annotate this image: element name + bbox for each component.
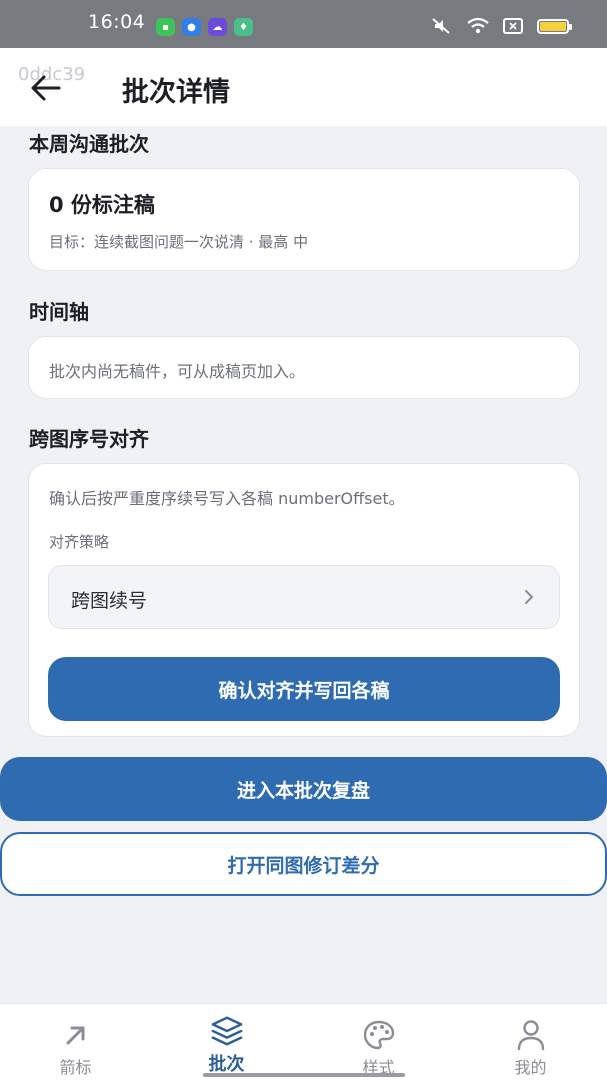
timeline-empty-text: 批次内尚无稿件，可从成稿页加入。: [49, 362, 306, 381]
timeline-card: 批次内尚无稿件，可从成稿页加入。: [28, 336, 580, 399]
wifi-icon: [467, 17, 489, 34]
layers-icon: [210, 1014, 244, 1048]
open-diff-button[interactable]: 打开同图修订差分: [0, 832, 607, 896]
strategy-select-value: 跨图续号: [71, 590, 148, 612]
sim-icon: [503, 18, 523, 34]
wechat-icon: ▪: [156, 18, 175, 36]
alignment-description: 确认后按严重度序续号写入各稿 numberOffset。: [49, 489, 405, 508]
draft-count: 0 份标注稿: [49, 193, 155, 217]
alignment-card: 确认后按严重度序续号写入各稿 numberOffset。 对齐策略 跨图续号 确…: [28, 463, 580, 737]
section-title-alignment: 跨图序号对齐: [29, 427, 149, 451]
app-header: 0ddc39 批次详情: [0, 48, 607, 126]
section-title-timeline: 时间轴: [29, 300, 89, 324]
palette-icon: [362, 1018, 396, 1052]
batch-summary-card: 0 份标注稿 目标：连续截图问题一次说清 · 最高 中: [28, 168, 580, 271]
confirm-align-button[interactable]: 确认对齐并写回各稿: [48, 657, 560, 721]
cloud-icon: ☁: [208, 18, 227, 36]
pin-icon: ♦: [234, 18, 253, 36]
nav-label-profile: 我的: [514, 1058, 547, 1077]
browser-icon: ●: [182, 18, 201, 36]
bottom-nav: 箭标 批次 样式 我的: [0, 1003, 607, 1080]
strategy-label: 对齐策略: [49, 533, 110, 551]
strategy-select[interactable]: 跨图续号: [48, 565, 560, 629]
arrow-up-right-icon: [59, 1018, 93, 1052]
enter-review-button[interactable]: 进入本批次复盘: [0, 757, 607, 821]
nav-item-arrows[interactable]: 箭标: [0, 1004, 151, 1080]
mute-icon: [432, 18, 450, 34]
batch-goal: 目标：连续截图问题一次说清 · 最高 中: [49, 233, 309, 251]
status-system-icons: [431, 17, 572, 35]
section-title-weekly-batch: 本周沟通批次: [29, 132, 149, 156]
status-app-icons: ▪ ● ☁ ♦: [156, 18, 253, 36]
home-indicator[interactable]: [203, 1073, 405, 1077]
battery-icon: [537, 18, 572, 34]
nav-item-batch[interactable]: 批次: [151, 1004, 302, 1080]
status-time: 16:04: [88, 11, 146, 33]
nav-label-arrows: 箭标: [59, 1058, 92, 1077]
nav-item-style[interactable]: 样式: [303, 1004, 454, 1080]
status-bar: 16:04 ▪ ● ☁ ♦: [0, 0, 607, 48]
back-button[interactable]: [26, 68, 66, 108]
chevron-right-icon: [525, 590, 533, 604]
page-title: 批次详情: [122, 77, 230, 108]
arrow-left-icon: [31, 75, 61, 101]
user-icon: [514, 1018, 548, 1052]
nav-item-profile[interactable]: 我的: [455, 1004, 606, 1080]
